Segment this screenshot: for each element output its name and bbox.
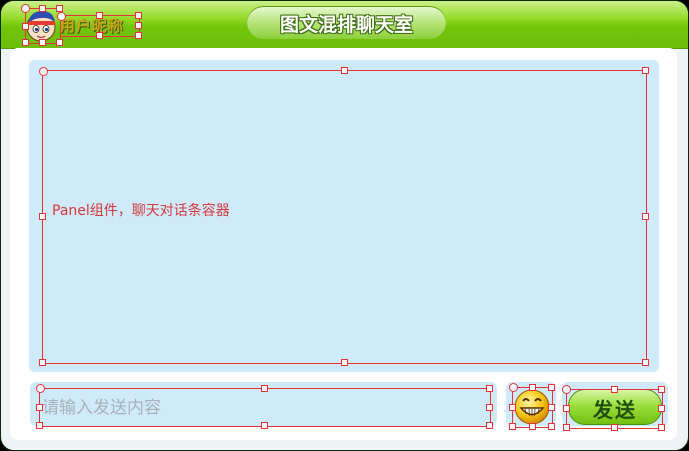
selection-handle[interactable] xyxy=(56,5,63,12)
selection-handle[interactable] xyxy=(36,404,43,411)
selection-handle[interactable] xyxy=(509,423,516,430)
selection-handle[interactable] xyxy=(563,405,570,412)
selection-handle[interactable] xyxy=(658,386,665,393)
selection-handle[interactable] xyxy=(96,12,103,19)
window-title: 图文混排聊天室 xyxy=(279,14,413,36)
selection-handle[interactable] xyxy=(529,423,536,430)
selection-handle[interactable] xyxy=(509,383,518,392)
title-pill: 图文混排聊天室 xyxy=(247,6,446,39)
selection-handle[interactable] xyxy=(611,386,618,393)
selection-handle[interactable] xyxy=(22,39,29,46)
selection-handle[interactable] xyxy=(486,404,493,411)
selection-handle[interactable] xyxy=(642,359,649,366)
selection-handle[interactable] xyxy=(39,67,48,76)
selection-handle[interactable] xyxy=(486,422,493,429)
selection-handle[interactable] xyxy=(57,12,66,21)
selection-handle[interactable] xyxy=(21,4,30,13)
selection-handle[interactable] xyxy=(509,404,516,411)
selection-handle[interactable] xyxy=(658,424,665,431)
selection-handle[interactable] xyxy=(39,39,46,46)
send-selection-box xyxy=(566,389,663,429)
chat-panel-label: Panel组件，聊天对话条容器 xyxy=(52,203,230,219)
emoji-selection-box xyxy=(512,387,553,428)
selection-handle[interactable] xyxy=(658,405,665,412)
selection-handle[interactable] xyxy=(642,67,649,74)
selection-handle[interactable] xyxy=(486,385,493,392)
selection-handle[interactable] xyxy=(563,424,570,431)
selection-handle[interactable] xyxy=(341,359,348,366)
selection-handle[interactable] xyxy=(135,22,142,29)
selection-handle[interactable] xyxy=(135,12,142,19)
selection-handle[interactable] xyxy=(548,404,555,411)
selection-handle[interactable] xyxy=(341,67,348,74)
chat-window: 图文混排聊天室 用户昵称 Panel组件，聊天对话条容器 请输入发送内容 发送 xyxy=(0,0,689,451)
selection-handle[interactable] xyxy=(642,213,649,220)
selection-handle[interactable] xyxy=(548,384,555,391)
selection-handle[interactable] xyxy=(36,422,43,429)
selection-handle[interactable] xyxy=(261,422,268,429)
selection-handle[interactable] xyxy=(135,32,142,39)
selection-handle[interactable] xyxy=(39,213,46,220)
selection-handle[interactable] xyxy=(529,384,536,391)
selection-handle[interactable] xyxy=(548,423,555,430)
selection-handle[interactable] xyxy=(261,385,268,392)
selection-handle[interactable] xyxy=(22,23,29,30)
selection-handle[interactable] xyxy=(39,359,46,366)
selection-handle[interactable] xyxy=(36,384,45,393)
selection-handle[interactable] xyxy=(39,5,46,12)
selection-handle[interactable] xyxy=(96,32,103,39)
selection-handle[interactable] xyxy=(562,385,571,394)
selection-handle[interactable] xyxy=(56,39,63,46)
selection-handle[interactable] xyxy=(611,424,618,431)
